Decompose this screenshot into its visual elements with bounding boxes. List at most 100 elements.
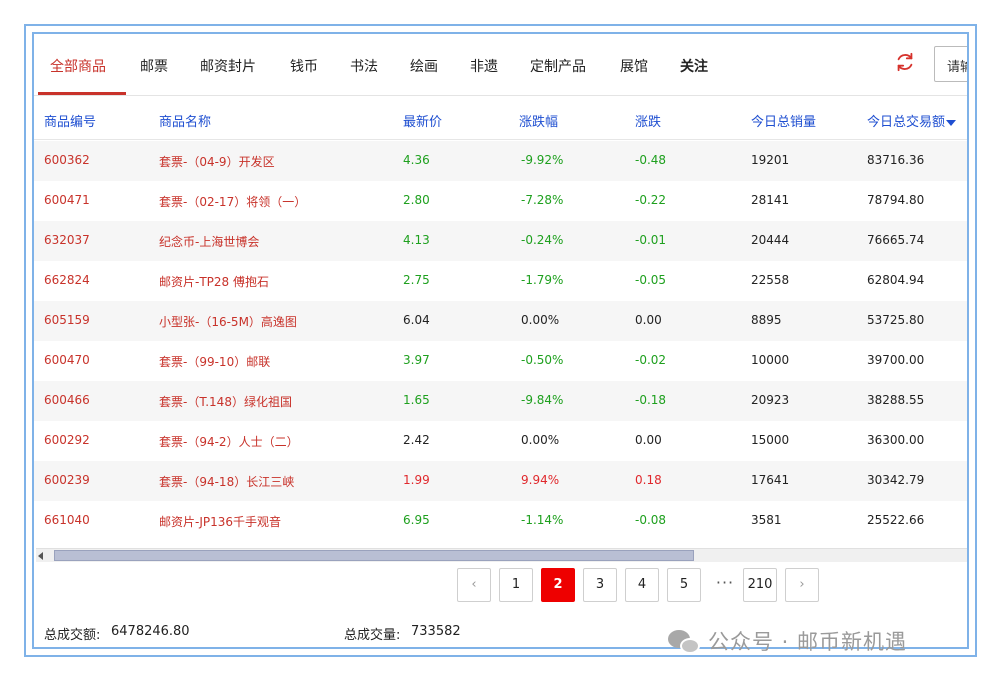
cell-code[interactable]: 662824 [44,273,90,287]
page-button-last[interactable]: 210 [743,568,777,602]
cell-price: 2.80 [403,193,430,207]
watermark-text: 公众号 · 邮币新机遇 [708,630,908,654]
cell-code[interactable]: 632037 [44,233,90,247]
total-volume-value: 733582 [411,624,461,639]
cell-code[interactable]: 600470 [44,353,90,367]
cell-code[interactable]: 600362 [44,153,90,167]
next-page-button[interactable]: › [785,568,819,602]
cell-change: -0.05 [635,273,667,287]
tab-postal-stationery[interactable]: 邮资封片 [200,56,256,76]
page-button-2[interactable]: 2 [541,568,575,602]
cell-code[interactable]: 600471 [44,193,90,207]
table-body: 600362 套票-（04-9）开发区 4.36 -9.92% -0.48 19201 83… [34,141,967,541]
cell-price: 4.36 [403,153,430,167]
tab-calligraphy[interactable]: 书法 [350,56,378,76]
cell-change: 0.00 [635,433,662,447]
table-row[interactable]: 600239 套票-（94-18）长江三峡 1.99 9.94% 0.18 17641 30… [34,461,967,501]
cell-amount: 25522.66 [867,513,925,527]
tab-stamps[interactable]: 邮票 [140,56,168,76]
table-row[interactable]: 605159 小型张-（16-5M）高逸图 6.04 0.00% 0.00 8895 537… [34,301,967,341]
tab-all-goods[interactable]: 全部商品 [50,56,106,76]
cell-volume: 8895 [751,313,782,327]
refresh-icon[interactable] [894,51,916,73]
tab-custom-products[interactable]: 定制产品 [530,56,586,76]
cell-name[interactable]: 纪念币-上海世博会 [159,233,259,250]
cell-change-pct: 0.00% [521,433,560,447]
col-amount[interactable]: 今日总交易额 [867,111,957,130]
cell-amount: 78794.80 [867,193,925,207]
cell-name[interactable]: 套票-（99-10）邮联 [159,353,270,370]
scroll-left-icon[interactable] [38,552,43,560]
cell-name[interactable]: 套票-（94-2）人士（二） [159,433,299,450]
cell-change-pct: -1.14% [521,513,564,527]
table-row[interactable]: 600362 套票-（04-9）开发区 4.36 -9.92% -0.48 19201 83… [34,141,967,181]
tab-coins[interactable]: 钱币 [290,56,318,76]
cell-change-pct: -9.84% [521,393,564,407]
prev-page-button[interactable]: ‹ [457,568,491,602]
cell-volume: 15000 [751,433,790,447]
tab-watchlist[interactable]: 关注 [680,56,708,76]
page-button-5[interactable]: 5 [667,568,701,602]
page-button-3[interactable]: 3 [583,568,617,602]
table-row[interactable]: 632037 纪念币-上海世博会 4.13 -0.24% -0.01 20444 76665… [34,221,967,261]
cell-amount: 76665.74 [867,233,925,247]
cell-change-pct: -9.92% [521,153,564,167]
col-code[interactable]: 商品编号 [44,111,96,130]
page-button-1[interactable]: 1 [499,568,533,602]
tab-intangible-heritage[interactable]: 非遗 [470,56,498,76]
cell-volume: 20923 [751,393,790,407]
table-row[interactable]: 661040 邮资片-JP136千手观音 6.95 -1.14% -0.08 3581 25… [34,501,967,541]
tab-painting[interactable]: 绘画 [410,56,438,76]
cell-volume: 19201 [751,153,790,167]
table-row[interactable]: 662824 邮资片-TP28 傅抱石 2.75 -1.79% -0.05 22558 62… [34,261,967,301]
cell-code[interactable]: 605159 [44,313,90,327]
cell-amount: 30342.79 [867,473,925,487]
cell-name[interactable]: 小型张-（16-5M）高逸图 [159,313,297,330]
table-row[interactable]: 600471 套票-（02-17）将领（一） 2.80 -7.28% -0.22 2814… [34,181,967,221]
cell-code[interactable]: 600239 [44,473,90,487]
cell-change-pct: 0.00% [521,313,560,327]
scrollbar-thumb[interactable] [54,550,694,561]
cell-amount: 39700.00 [867,353,925,367]
cell-name[interactable]: 套票-（94-18）长江三峡 [159,473,294,490]
cell-name[interactable]: 套票-（04-9）开发区 [159,153,275,170]
col-change-pct[interactable]: 涨跌幅 [519,111,558,130]
col-price[interactable]: 最新价 [403,111,442,130]
table-row[interactable]: 600466 套票-（T.148）绿化祖国 1.65 -9.84% -0.18 20923… [34,381,967,421]
cell-change-pct: -7.28% [521,193,564,207]
table-row[interactable]: 600470 套票-（99-10）邮联 3.97 -0.50% -0.02 10000 39… [34,341,967,381]
page-button-4[interactable]: 4 [625,568,659,602]
col-name[interactable]: 商品名称 [159,111,211,130]
cell-name[interactable]: 邮资片-JP136千手观音 [159,513,281,530]
col-amount-label: 今日总交易额 [867,115,946,130]
cell-change: -0.18 [635,393,667,407]
cell-amount: 38288.55 [867,393,925,407]
tab-exhibition-hall[interactable]: 展馆 [620,56,648,76]
cell-code[interactable]: 600292 [44,433,90,447]
cell-volume: 17641 [751,473,790,487]
cell-price: 6.04 [403,313,430,327]
cell-name[interactable]: 邮资片-TP28 傅抱石 [159,273,269,290]
cell-amount: 53725.80 [867,313,925,327]
cell-name[interactable]: 套票-（T.148）绿化祖国 [159,393,292,410]
col-volume[interactable]: 今日总销量 [751,111,816,130]
cell-volume: 22558 [751,273,790,287]
cell-change: 0.18 [635,473,662,487]
total-amount-value: 6478246.80 [111,624,190,639]
cell-change: -0.22 [635,193,667,207]
pagination: ‹ 1 2 3 4 5 ··· 210 › [34,568,967,604]
cell-price: 1.99 [403,473,430,487]
watermark: 公众号 · 邮币新机遇 [668,626,907,656]
cell-price: 4.13 [403,233,430,247]
col-change[interactable]: 涨跌 [635,111,661,130]
table-row[interactable]: 600292 套票-（94-2）人士（二） 2.42 0.00% 0.00 15000 36… [34,421,967,461]
cell-change-pct: -1.79% [521,273,564,287]
category-tabs: 全部商品 邮票 邮资封片 钱币 书法 绘画 非遗 定制产品 展馆 关注 请输 [34,34,967,96]
search-input[interactable]: 请输 [934,46,967,82]
cell-code[interactable]: 661040 [44,513,90,527]
horizontal-scrollbar[interactable] [36,548,967,562]
cell-name[interactable]: 套票-（02-17）将领（一） [159,193,306,210]
cell-change: -0.08 [635,513,667,527]
cell-code[interactable]: 600466 [44,393,90,407]
cell-price: 1.65 [403,393,430,407]
